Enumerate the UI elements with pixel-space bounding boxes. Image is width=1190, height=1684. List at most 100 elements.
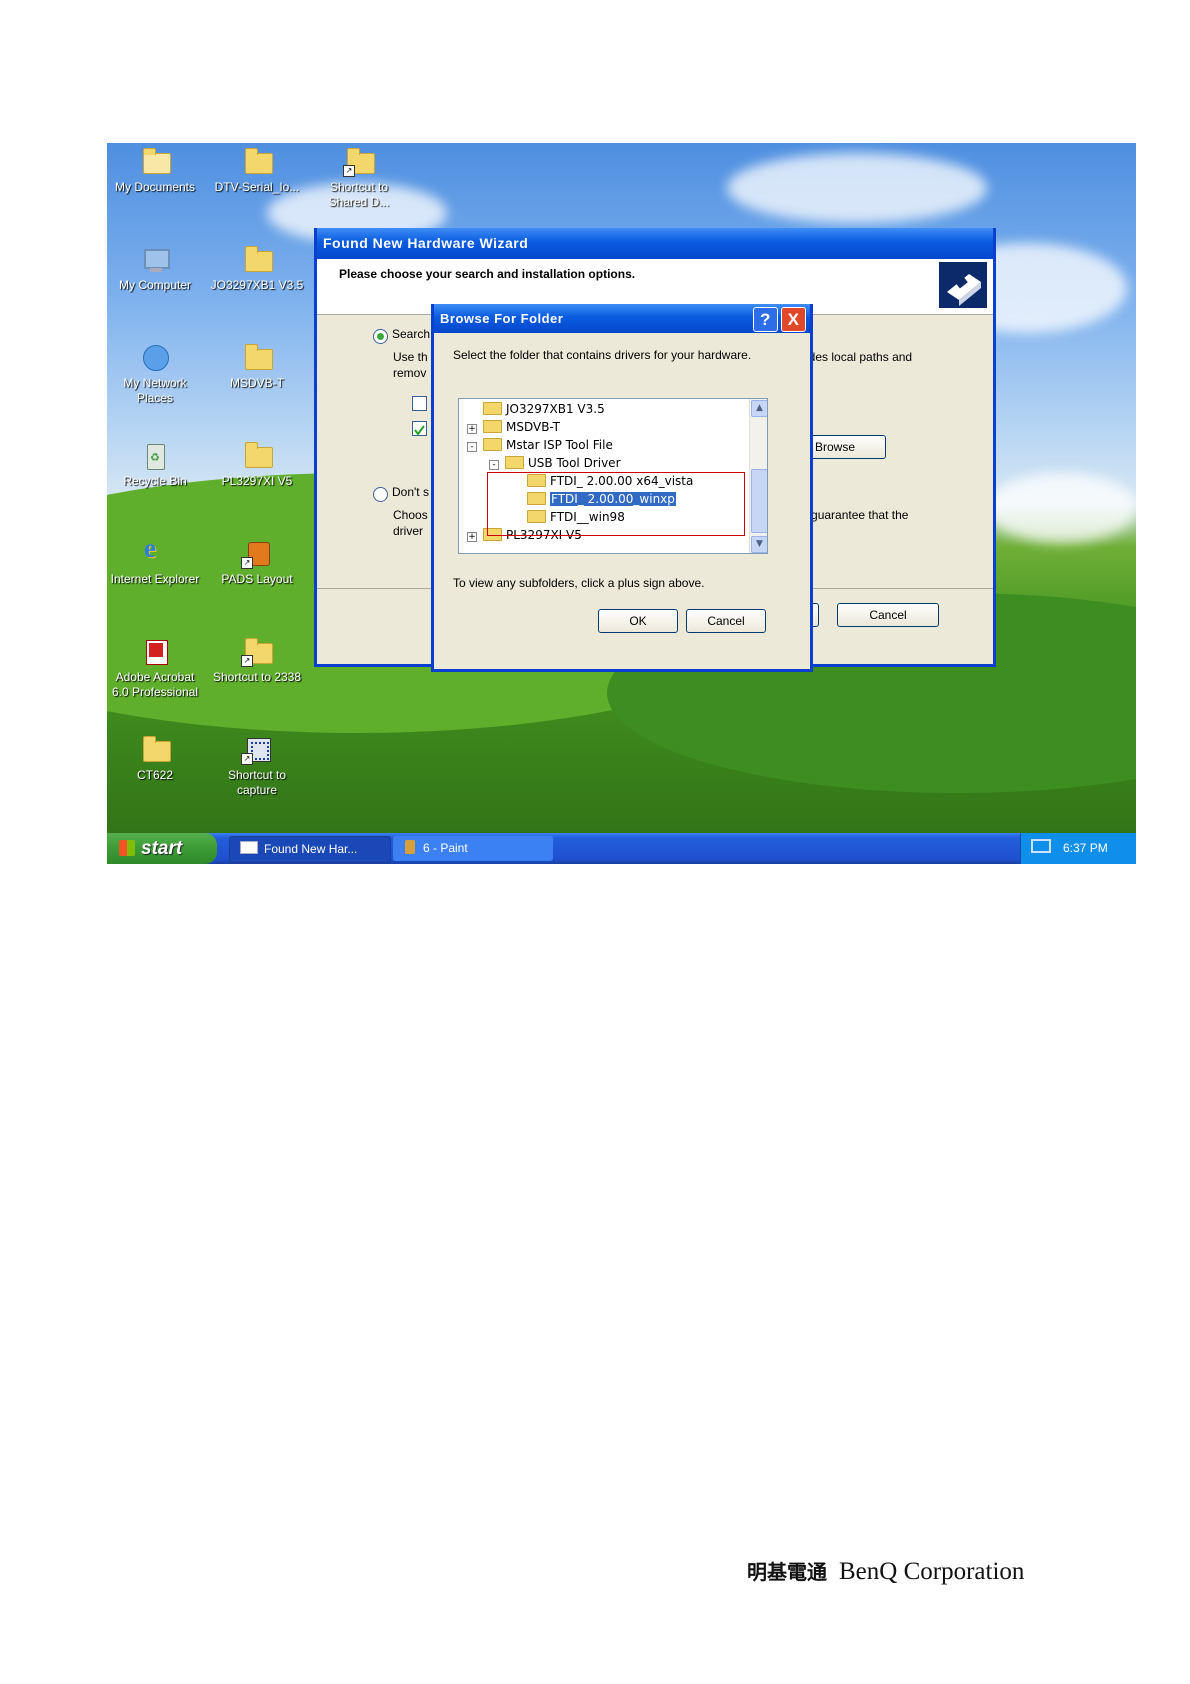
desktop-icon-dtv-serial[interactable]: DTV-Serial_Io... <box>209 147 305 195</box>
task-label: 6 - Paint <box>423 841 468 855</box>
tree-item[interactable]: MSDVB-T <box>483 418 560 436</box>
browse-cancel-button[interactable]: Cancel <box>686 609 766 633</box>
start-button[interactable]: start <box>107 833 217 864</box>
desktop-icon-pads-layout[interactable]: ↗ PADS Layout <box>209 539 305 587</box>
browse-title-bar[interactable]: Browse For Folder ? X <box>434 304 810 333</box>
desktop-icon-label: Adobe Acrobat 6.0 Professional <box>111 670 199 699</box>
desktop-screenshot: My Documents DTV-Serial_Io... ↗ Shortcut… <box>107 143 1136 864</box>
browse-for-folder-dialog: Browse For Folder ? X Select the folder … <box>431 304 813 672</box>
folder-icon <box>241 147 273 177</box>
dont-search-radio[interactable] <box>373 487 388 502</box>
desktop-icon-label: Shortcut to 2338 <box>212 670 302 684</box>
task-found-new-hardware[interactable]: Found New Har... <box>229 836 391 863</box>
folder-tree[interactable]: JO3297XB1 V3.5 + MSDVB-T - Mstar ISP Too… <box>458 398 768 554</box>
desktop-icon-shortcut-capture[interactable]: ↗ Shortcut to capture <box>209 735 305 798</box>
desktop-icon-label: CT622 <box>136 768 174 782</box>
desktop-icon-label: Recycle Bin <box>123 474 187 488</box>
expand-icon[interactable]: + <box>467 532 477 542</box>
folder-icon <box>505 456 524 469</box>
task-paint[interactable]: 6 - Paint <box>393 836 553 861</box>
tree-item-label: MSDVB-T <box>506 420 560 434</box>
desktop-icon-label: Shortcut to Shared D... <box>328 180 390 209</box>
company-cjk-name: 明基電通 <box>747 1560 827 1584</box>
tree-item[interactable]: Mstar ISP Tool File <box>483 436 613 454</box>
start-label: start <box>141 838 183 859</box>
search-option-label: Search <box>392 327 431 341</box>
desktop-icon-my-network[interactable]: My Network Places <box>107 343 203 406</box>
adobe-acrobat-icon <box>139 637 171 667</box>
paint-icon <box>405 840 415 854</box>
browse-instruction: Select the folder that contains drivers … <box>453 348 752 362</box>
desktop-icon-my-documents[interactable]: My Documents <box>107 147 203 195</box>
company-footer: 明基電通 BenQ Corporation <box>747 1556 1024 1586</box>
desktop-icon-shortcut-shared[interactable]: ↗ Shortcut to Shared D... <box>311 147 407 210</box>
window-icon <box>240 841 258 854</box>
desktop-icon-label: JO3297XB1 V3.5 <box>210 278 304 292</box>
folder-icon <box>241 441 273 471</box>
tree-item-label: USB Tool Driver <box>528 456 621 470</box>
folder-icon <box>483 402 502 415</box>
tree-item[interactable]: JO3297XB1 V3.5 <box>483 400 605 418</box>
desktop-icon-shortcut-2338[interactable]: ↗ Shortcut to 2338 <box>209 637 305 685</box>
desktop-icon-label: My Documents <box>114 180 196 194</box>
close-button[interactable]: X <box>781 307 806 332</box>
expand-icon[interactable]: + <box>467 424 477 434</box>
folder-icon <box>483 420 502 433</box>
wizard-cancel-button[interactable]: Cancel <box>837 603 939 627</box>
recycle-bin-icon: ♻ <box>139 441 171 471</box>
desktop-icon-label: My Computer <box>118 278 192 292</box>
tree-scrollbar[interactable]: ▲ ▼ <box>749 399 767 553</box>
network-places-icon <box>139 343 171 373</box>
desktop-icon-label: MSDVB-T <box>230 376 284 390</box>
browse-title: Browse For Folder <box>440 311 564 326</box>
desktop-icon-pl3297xi[interactable]: PL3297XI V5 <box>209 441 305 489</box>
desktop-icon-recycle-bin[interactable]: ♻ Recycle Bin <box>107 441 203 489</box>
tree-item-label: Mstar ISP Tool File <box>506 438 613 452</box>
desktop-icon-label: My Network Places <box>123 376 187 405</box>
windows-logo-icon <box>119 840 135 856</box>
folder-icon <box>241 245 273 275</box>
pads-layout-icon: ↗ <box>241 539 273 569</box>
desktop-icon-label: Internet Explorer <box>110 572 200 586</box>
desktop-icon-msdvb[interactable]: MSDVB-T <box>209 343 305 391</box>
help-button[interactable]: ? <box>753 307 778 332</box>
include-location-checkbox[interactable] <box>412 421 427 436</box>
tree-item[interactable]: USB Tool Driver <box>505 454 621 472</box>
dont-search-desc: Choos <box>393 508 428 522</box>
my-documents-icon <box>139 147 171 177</box>
collapse-icon[interactable]: - <box>467 442 477 452</box>
search-option-desc: remov <box>393 366 427 380</box>
search-option-radio[interactable] <box>373 329 388 344</box>
search-option-desc: Use th <box>393 350 428 364</box>
search-removable-checkbox[interactable] <box>412 396 427 411</box>
desktop-icon-adobe-acrobat[interactable]: Adobe Acrobat 6.0 Professional <box>107 637 203 700</box>
desktop-icon-label: PL3297XI V5 <box>221 474 293 488</box>
scroll-down-icon[interactable]: ▼ <box>751 536 767 553</box>
browse-hint: To view any subfolders, click a plus sig… <box>453 576 705 590</box>
folder-icon <box>483 438 502 451</box>
ok-button[interactable]: OK <box>598 609 678 633</box>
folder-icon <box>139 735 171 765</box>
desktop-icon-label: Shortcut to capture <box>227 768 287 797</box>
desktop-icon-my-computer[interactable]: My Computer <box>107 245 203 293</box>
folder-icon <box>241 343 273 373</box>
hardware-icon <box>939 262 987 308</box>
my-computer-icon <box>139 245 171 275</box>
desktop-icon-jo3297xb1[interactable]: JO3297XB1 V3.5 <box>209 245 305 293</box>
clock[interactable]: 6:37 PM <box>1063 841 1108 855</box>
scroll-up-icon[interactable]: ▲ <box>751 400 767 417</box>
desktop-icon-internet-explorer[interactable]: e Internet Explorer <box>107 533 203 587</box>
internet-explorer-icon: e <box>144 533 156 563</box>
desktop-icon-ct622[interactable]: CT622 <box>107 735 203 783</box>
dont-search-label: Don't s <box>392 485 429 499</box>
wizard-title[interactable]: Found New Hardware Wizard <box>317 228 993 259</box>
dont-search-desc: driver <box>393 524 424 538</box>
cloud <box>727 153 987 223</box>
network-icon[interactable] <box>1031 839 1051 853</box>
taskbar: start Found New Har... 6 - Paint 6:37 PM <box>107 833 1136 864</box>
highlight-box <box>487 472 745 536</box>
scroll-thumb[interactable] <box>751 469 767 533</box>
desktop-icon-label: PADS Layout <box>221 572 293 586</box>
collapse-icon[interactable]: - <box>489 460 499 470</box>
folder-shortcut-icon: ↗ <box>241 637 273 667</box>
